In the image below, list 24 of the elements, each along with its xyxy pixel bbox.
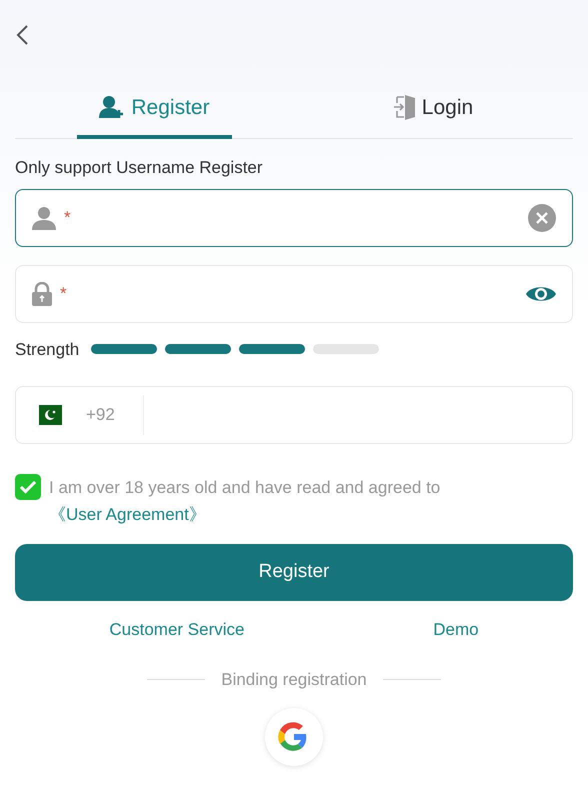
password-field[interactable]: *	[15, 264, 573, 322]
link[interactable]: Demo	[433, 620, 479, 639]
agreement-link[interactable]: 《User Agreement》	[49, 505, 206, 524]
clear-icon[interactable]	[528, 204, 556, 232]
register-button[interactable]: Register	[15, 544, 573, 601]
country-code: +92	[85, 404, 116, 426]
phone-field[interactable]: +92	[15, 386, 573, 444]
binding-label: Binding registration	[221, 668, 367, 690]
user-add-icon	[99, 95, 126, 120]
required-mark: *	[64, 206, 71, 229]
agreement-text: I am over 18 years old and have read and agreed to 《User Agreement》	[49, 477, 442, 526]
link[interactable]: Customer Service	[109, 620, 244, 639]
notice-text: Only support Username Register	[15, 157, 264, 179]
username-field[interactable]: *	[15, 188, 573, 246]
tab[interactable]: Login	[294, 80, 573, 138]
back-icon[interactable]	[15, 24, 29, 46]
lock-icon	[32, 282, 52, 306]
door-icon	[394, 94, 416, 120]
strength-label: Strength	[15, 338, 80, 360]
user-icon	[32, 206, 56, 230]
checkbox[interactable]	[15, 474, 41, 500]
tab[interactable]: Register	[15, 80, 294, 138]
google-button[interactable]	[265, 708, 323, 766]
required-mark: *	[60, 282, 67, 305]
